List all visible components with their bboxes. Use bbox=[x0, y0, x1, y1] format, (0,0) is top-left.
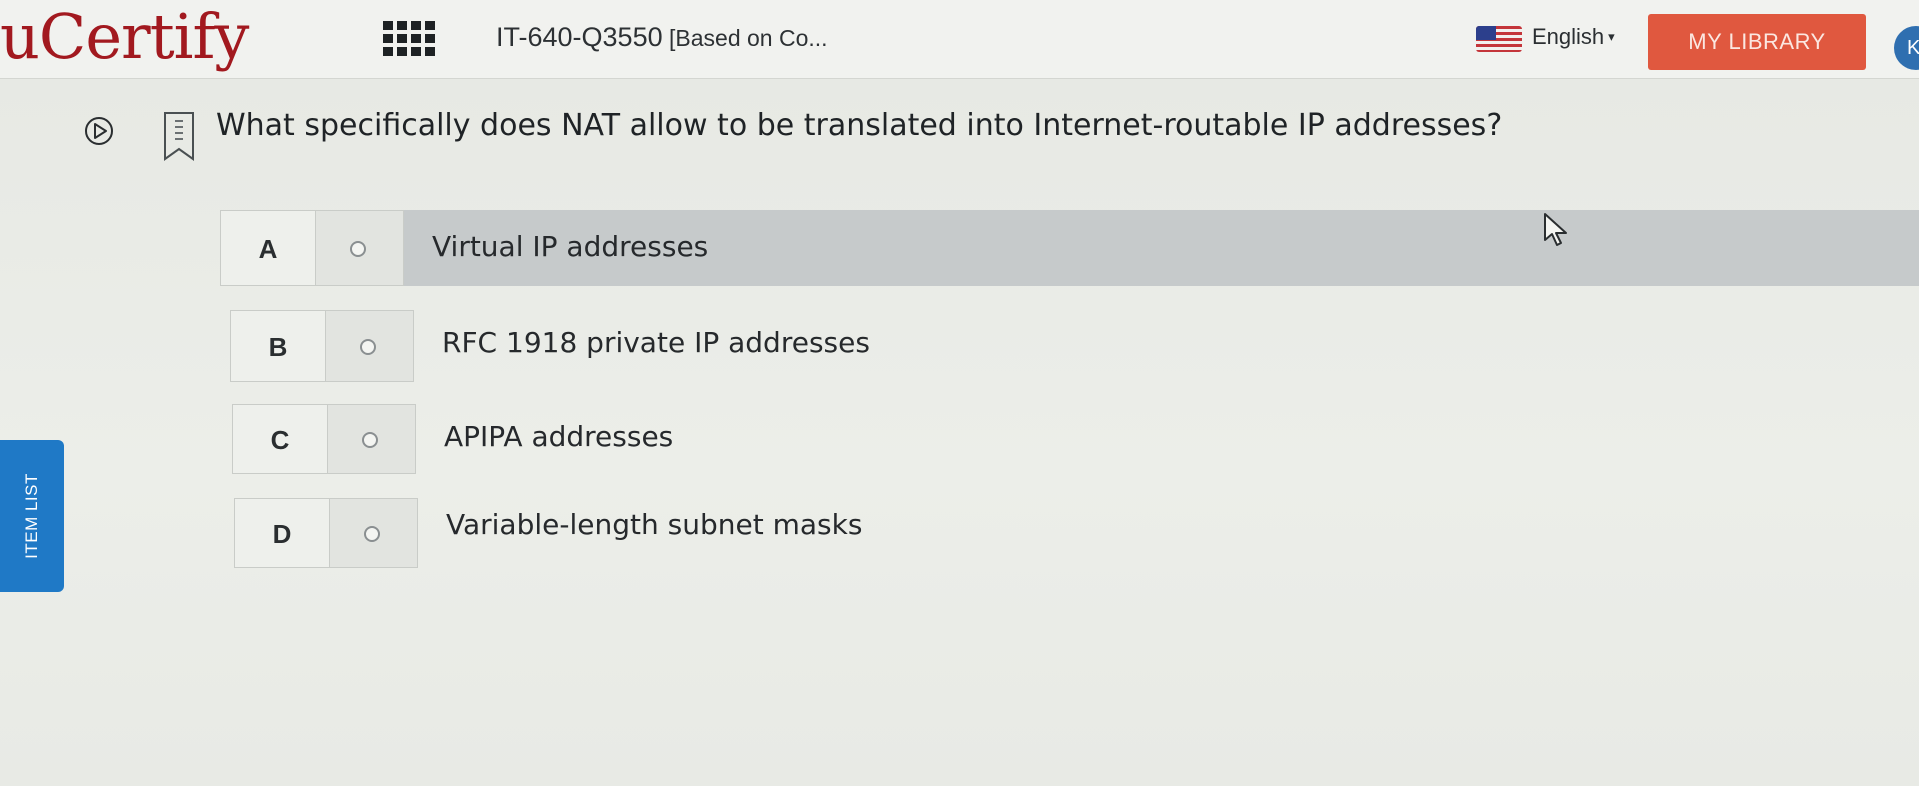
grid-apps-icon[interactable] bbox=[383, 21, 435, 57]
my-library-button[interactable]: MY LIBRARY bbox=[1648, 14, 1866, 70]
option-letter: D bbox=[234, 498, 330, 568]
option-radio-cell[interactable] bbox=[330, 498, 418, 568]
radio-button[interactable] bbox=[360, 339, 376, 355]
item-list-tab[interactable]: ITEM LIST bbox=[0, 440, 64, 592]
radio-button[interactable] bbox=[362, 432, 378, 448]
language-select[interactable]: English ▾ bbox=[1532, 24, 1615, 50]
question-text: What specifically does NAT allow to be t… bbox=[216, 108, 1503, 143]
language-label: English bbox=[1532, 24, 1605, 49]
option-letter: A bbox=[220, 210, 316, 286]
top-header: uCertify IT-640-Q3550 [Based on Co... En… bbox=[0, 0, 1919, 79]
option-a[interactable]: A Virtual IP addresses bbox=[220, 210, 1919, 286]
us-flag-icon bbox=[1476, 26, 1522, 52]
option-c[interactable]: C APIPA addresses bbox=[232, 404, 1532, 474]
option-letter: B bbox=[230, 310, 326, 382]
ucertify-logo[interactable]: uCertify bbox=[0, 0, 249, 74]
option-radio-cell[interactable] bbox=[328, 404, 416, 474]
option-text: RFC 1918 private IP addresses bbox=[442, 326, 870, 359]
item-list-label: ITEM LIST bbox=[22, 473, 41, 559]
option-b[interactable]: B RFC 1918 private IP addresses bbox=[230, 310, 1530, 382]
play-circle-icon[interactable] bbox=[84, 116, 114, 146]
option-radio-cell[interactable] bbox=[326, 310, 414, 382]
option-text: Variable-length subnet masks bbox=[446, 508, 863, 541]
course-title[interactable]: IT-640-Q3550 [Based on Co... bbox=[496, 22, 828, 53]
option-d[interactable]: D Variable-length subnet masks bbox=[234, 498, 1534, 568]
mouse-cursor-icon bbox=[1544, 213, 1567, 246]
bookmark-icon[interactable] bbox=[162, 111, 196, 161]
option-letter: C bbox=[232, 404, 328, 474]
option-radio-cell[interactable] bbox=[316, 210, 404, 286]
course-title-code: IT-640-Q3550 bbox=[496, 22, 663, 52]
option-text: APIPA addresses bbox=[444, 420, 674, 453]
radio-button[interactable] bbox=[364, 526, 380, 542]
option-text: Virtual IP addresses bbox=[432, 230, 709, 263]
radio-button[interactable] bbox=[350, 241, 366, 257]
caret-down-icon: ▾ bbox=[1608, 29, 1615, 44]
course-title-suffix: [Based on Co... bbox=[662, 25, 828, 51]
user-avatar[interactable]: K bbox=[1894, 26, 1919, 70]
page: uCertify IT-640-Q3550 [Based on Co... En… bbox=[0, 0, 1919, 786]
